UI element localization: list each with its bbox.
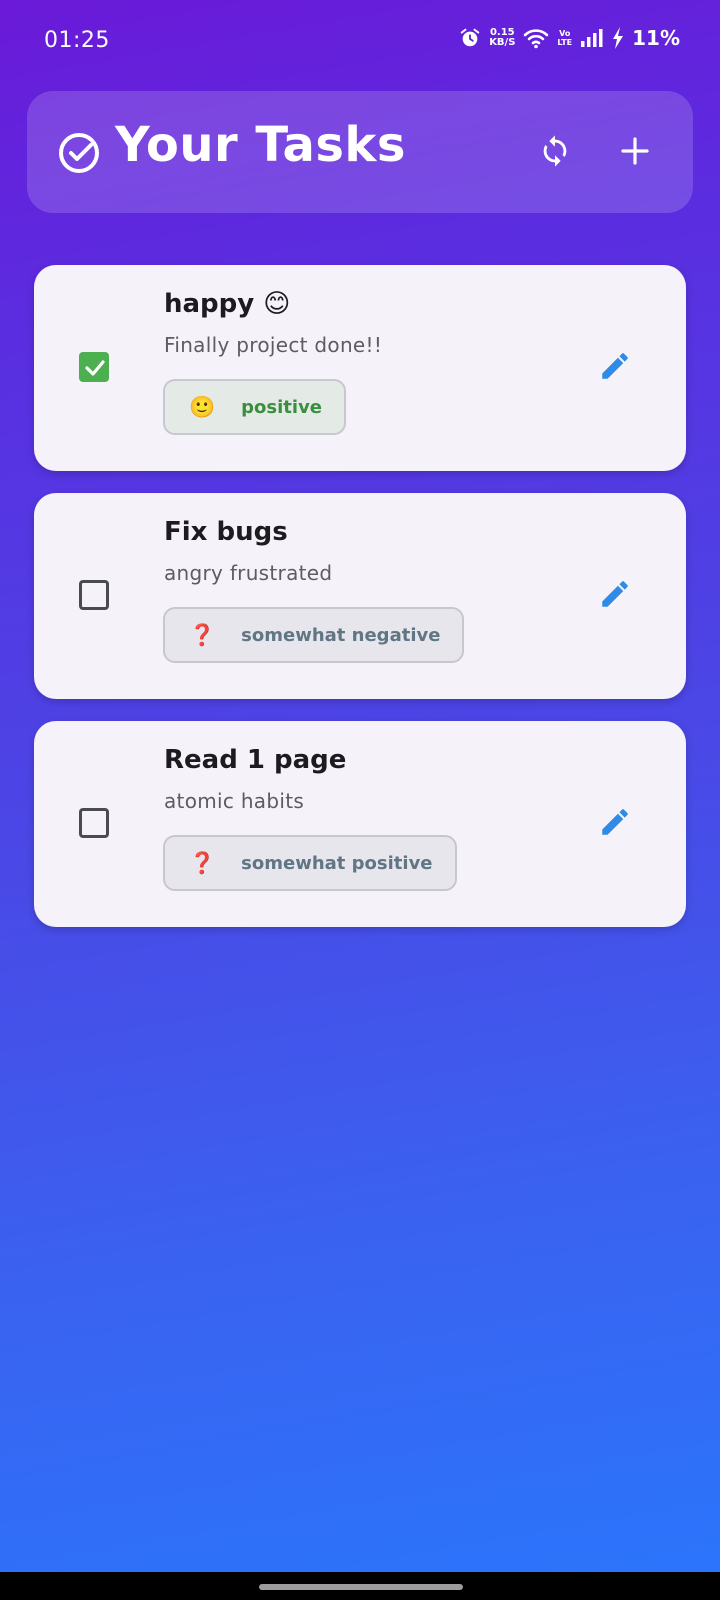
task-title: happy 😊: [164, 289, 291, 319]
sentiment-chip: ❓ somewhat negative: [163, 607, 465, 663]
network-speed: 0.15 KB/S: [489, 28, 515, 48]
task-title: Read 1 page: [164, 745, 347, 775]
system-nav-bar: [0, 1572, 720, 1600]
app-header: Your Tasks: [27, 91, 693, 213]
smile-icon: 🙂: [189, 394, 216, 419]
page-title: Your Tasks: [115, 117, 406, 173]
status-icons: 0.15 KB/S Vo LTE 11%: [459, 26, 680, 50]
add-task-button[interactable]: [609, 127, 661, 179]
battery-percent: 11%: [632, 26, 680, 50]
volte-top: Vo: [559, 29, 571, 38]
refresh-icon: [538, 134, 572, 172]
sentiment-label: somewhat positive: [241, 852, 433, 874]
task-title: Fix bugs: [164, 517, 288, 547]
task-description: atomic habits: [164, 789, 305, 813]
volte-indicator: Vo LTE: [557, 29, 572, 47]
edit-icon[interactable]: [598, 805, 632, 839]
task-card[interactable]: Fix bugs angry frustrated ❓ somewhat neg…: [34, 493, 686, 699]
status-bar: 01:25 0.15 KB/S Vo LTE 11%: [0, 0, 720, 84]
edit-icon[interactable]: [598, 577, 632, 611]
question-icon: ❓: [189, 850, 216, 875]
wifi-icon: [523, 27, 549, 49]
signal-icon: [580, 28, 604, 48]
network-speed-unit: KB/S: [489, 37, 516, 48]
refresh-button[interactable]: [529, 127, 581, 179]
sentiment-chip: ❓ somewhat positive: [163, 835, 457, 891]
task-description: Finally project done!!: [164, 333, 383, 357]
task-checkbox[interactable]: [79, 580, 109, 610]
volte-bottom: LTE: [557, 38, 573, 47]
task-list: happy 😊 Finally project done!! 🙂 positiv…: [34, 265, 686, 949]
charging-icon: [612, 27, 624, 49]
plus-icon: [620, 136, 650, 170]
home-gesture-handle[interactable]: [259, 1584, 463, 1590]
alarm-icon: [459, 27, 481, 49]
status-time: 01:25: [44, 28, 110, 53]
task-description: angry frustrated: [164, 561, 333, 585]
task-checkbox[interactable]: [79, 808, 109, 838]
task-card[interactable]: Read 1 page atomic habits ❓ somewhat pos…: [34, 721, 686, 927]
question-icon: ❓: [189, 622, 216, 647]
checkmark-icon: [85, 360, 105, 376]
task-card[interactable]: happy 😊 Finally project done!! 🙂 positiv…: [34, 265, 686, 471]
sentiment-chip: 🙂 positive: [163, 379, 347, 435]
sentiment-label: positive: [241, 396, 323, 418]
edit-icon[interactable]: [598, 349, 632, 383]
sentiment-label: somewhat negative: [241, 624, 441, 646]
task-checkbox[interactable]: [79, 352, 109, 382]
check-circle-icon: [57, 131, 101, 175]
